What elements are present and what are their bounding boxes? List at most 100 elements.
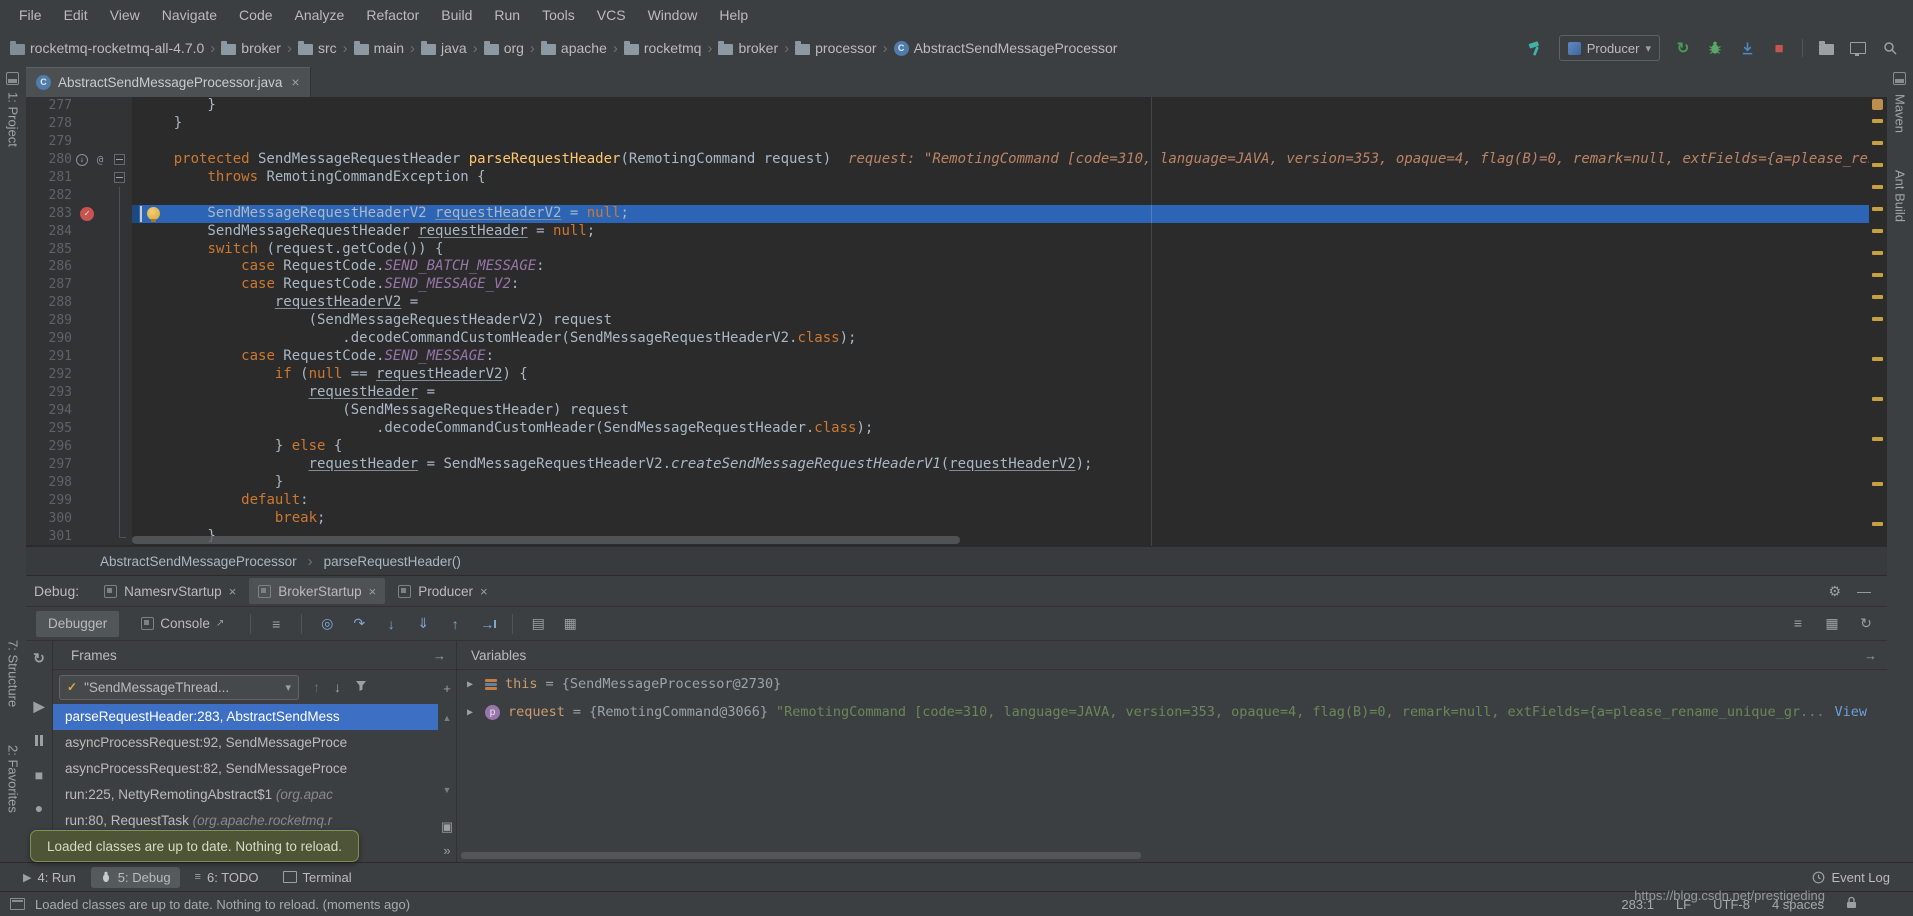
update-application-icon[interactable] [1738,38,1756,58]
inspections-indicator[interactable] [1872,99,1883,110]
tool-window-icon[interactable] [1893,72,1906,85]
code-text[interactable]: SendMessageRequestHeaderV2 requestHeader… [132,205,1869,223]
code-text[interactable]: } else { [132,438,1869,456]
warning-stripe-mark[interactable] [1872,251,1883,255]
view-link[interactable]: View [1834,704,1867,720]
build-hammer-icon[interactable] [1527,38,1545,58]
variable-row-request[interactable]: ▶ p request = {RemotingCommand@3066} "Re… [457,698,1887,726]
scroll-up-icon[interactable]: ▲ [440,713,454,723]
layout-menu-icon[interactable]: ≡ [265,616,287,632]
window-icon[interactable] [10,898,25,910]
menu-item-run[interactable]: Run [483,7,531,23]
menu-item-help[interactable]: Help [708,7,759,23]
toolwindow-terminal-button[interactable]: Terminal [274,867,361,888]
pause-icon[interactable] [30,733,48,749]
run-to-cursor-icon[interactable]: → [476,616,498,632]
close-icon[interactable]: × [229,584,237,599]
pin-icon[interactable]: → [1864,648,1877,663]
close-icon[interactable]: × [480,584,488,599]
code-text[interactable]: (SendMessageRequestHeaderV2) request [132,312,1869,330]
error-stripe[interactable] [1869,97,1887,546]
code-text[interactable]: requestHeader = [132,384,1869,402]
search-icon[interactable] [1881,38,1899,58]
close-icon[interactable]: × [369,584,377,599]
code-text[interactable]: default: [132,492,1869,510]
code-text[interactable]: } [132,474,1869,492]
step-over-icon[interactable]: ↷ [348,615,370,632]
annotation-marker-icon[interactable]: @ [94,154,106,166]
stack-frame[interactable]: asyncProcessRequest:82, SendMessageProce [53,756,438,782]
stop-icon[interactable]: ■ [1770,38,1788,58]
code-text[interactable]: requestHeaderV2 = [132,294,1869,312]
debug-icon[interactable] [1706,38,1724,58]
menu-item-refactor[interactable]: Refactor [355,7,430,23]
intention-bulb-icon[interactable] [147,207,160,220]
warning-stripe-mark[interactable] [1872,482,1883,486]
breadcrumb-AbstractSendMessageProcessor[interactable]: CAbstractSendMessageProcessor [894,40,1118,56]
menu-item-tools[interactable]: Tools [531,7,586,23]
code-text[interactable]: protected SendMessageRequestHeader parse… [132,151,1869,169]
monitor-icon[interactable] [1849,38,1867,58]
menu-item-file[interactable]: File [8,7,53,23]
code-text[interactable]: case RequestCode.SEND_BATCH_MESSAGE: [132,258,1869,276]
code-text[interactable] [132,187,1869,205]
code-text[interactable]: .decodeCommandCustomHeader(SendMessageRe… [132,420,1869,438]
fold-collapse-icon[interactable] [114,172,125,183]
step-out-icon[interactable]: ↑ [444,616,466,632]
warning-stripe-mark[interactable] [1872,397,1883,401]
fold-collapse-icon[interactable] [114,154,125,165]
menu-item-vcs[interactable]: VCS [586,7,637,23]
variable-row-this[interactable]: ▶ this = {SendMessageProcessor@2730} [457,670,1887,698]
breadcrumb-processor[interactable]: processor [795,40,876,56]
view-as-table-icon[interactable]: ▤ [527,615,549,632]
warning-stripe-mark[interactable] [1872,119,1883,123]
warning-stripe-mark[interactable] [1872,207,1883,211]
expand-arrow-icon[interactable]: ▶ [467,707,477,718]
gear-icon[interactable]: ⚙ [1828,583,1841,600]
code-text[interactable]: } [132,115,1869,133]
close-icon[interactable]: × [291,74,299,90]
code-text[interactable]: break; [132,510,1869,528]
breadcrumb-apache[interactable]: apache [541,40,607,56]
previous-frame-icon[interactable]: ↑ [313,679,320,695]
thread-selector[interactable]: ✓ "SendMessageThread... ▾ [59,675,299,700]
warning-stripe-mark[interactable] [1872,357,1883,361]
code-text[interactable]: SendMessageRequestHeader requestHeader =… [132,223,1869,241]
toolwindow-todo-button[interactable]: ≡ 6: TODO [186,867,268,888]
run-configuration-select[interactable]: Producer ▾ [1559,35,1660,61]
lock-icon[interactable] [1846,896,1857,912]
stack-frame[interactable]: asyncProcessRequest:92, SendMessageProce [53,730,438,756]
tool-window-icon[interactable] [6,72,19,85]
warning-stripe-mark[interactable] [1872,185,1883,189]
expand-arrow-icon[interactable]: ▶ [467,679,477,690]
warning-stripe-mark[interactable] [1872,273,1883,277]
warning-stripe-mark[interactable] [1872,317,1883,321]
code-text[interactable] [132,133,1869,151]
menu-item-build[interactable]: Build [430,7,483,23]
resume-icon[interactable]: ▶ [30,698,48,715]
next-frame-icon[interactable]: ↓ [334,679,341,695]
breadcrumb-java[interactable]: java [421,40,467,56]
sidebar-item-favorites[interactable]: 2: Favorites [6,745,21,813]
code-text[interactable]: case RequestCode.SEND_MESSAGE_V2: [132,276,1869,294]
variables-scrollbar[interactable] [461,852,1141,859]
breadcrumb-org[interactable]: org [484,40,524,56]
sidebar-item-ant-build[interactable]: Ant Build [1893,170,1908,222]
breadcrumb-rocketmq-rocketmq-all-4.7.0[interactable]: rocketmq-rocketmq-all-4.7.0 [10,40,204,56]
minimize-icon[interactable]: — [1857,583,1871,599]
warning-stripe-mark[interactable] [1872,229,1883,233]
add-icon[interactable]: + [440,681,454,696]
copy-stack-icon[interactable]: ▣ [440,819,454,835]
tab-console[interactable]: Console ↗ [129,611,236,637]
restore-layout-icon[interactable]: ▦ [1821,615,1843,632]
overridden-marker-icon[interactable]: ↓ [76,154,88,166]
sidebar-item-project[interactable]: 1: Project [6,92,21,147]
debug-tab-namesrvstartup[interactable]: NamesrvStartup× [95,578,245,604]
hide-panel-icon[interactable]: » [440,843,454,858]
breadcrumb-src[interactable]: src [298,40,337,56]
breakpoint-icon[interactable]: ✓ [80,207,94,221]
horizontal-scrollbar[interactable] [132,536,960,544]
editor-tab[interactable]: C AbstractSendMessageProcessor.java × [26,67,311,97]
breadcrumb-main[interactable]: main [354,40,404,56]
rerun-debug-icon[interactable]: ↻ [30,650,48,667]
